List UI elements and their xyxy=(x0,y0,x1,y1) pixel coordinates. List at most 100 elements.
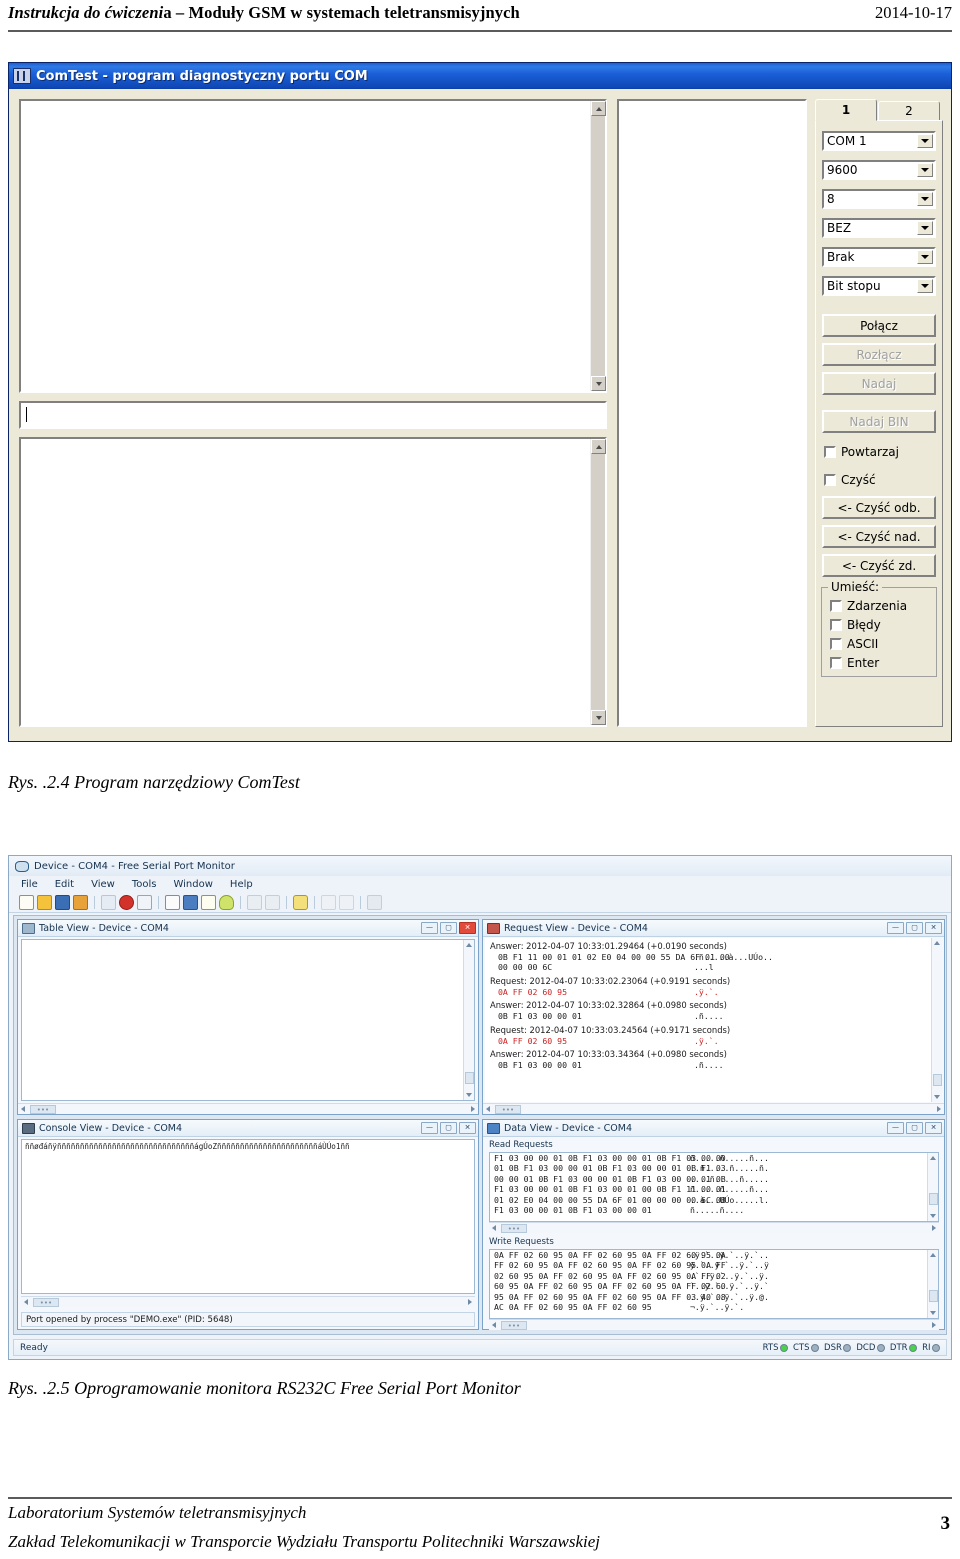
export-icon[interactable] xyxy=(339,895,354,910)
menu-edit[interactable]: Edit xyxy=(55,879,74,890)
send-textarea[interactable] xyxy=(19,437,607,727)
enter-checkbox[interactable]: Enter xyxy=(830,655,879,671)
console-view-hscrollbar[interactable]: ••• xyxy=(21,1296,475,1307)
write-requests-hscrollbar[interactable]: ••• xyxy=(489,1319,939,1330)
request-log-line: Request: 2012-04-07 10:33:02.23064 (+0.9… xyxy=(490,975,731,986)
receive-scrollbar[interactable] xyxy=(590,101,606,391)
new-file-icon[interactable] xyxy=(19,895,34,910)
request-view-minimize-button[interactable]: — xyxy=(887,922,904,934)
read-requests-hscrollbar[interactable]: ••• xyxy=(489,1222,939,1233)
console-view-minimize-button[interactable]: — xyxy=(421,1122,438,1134)
read-requests-hscroll-thumb[interactable]: ••• xyxy=(501,1224,527,1233)
menu-view[interactable]: View xyxy=(91,879,115,890)
request-view-title-bar[interactable]: Request View - Device - COM4 — ▢ ✕ xyxy=(483,920,944,937)
request-view-vscroll-thumb[interactable] xyxy=(933,1074,942,1086)
data-view-title-bar[interactable]: Data View - Device - COM4 — ▢ ✕ xyxy=(483,1120,944,1137)
write-requests-vscroll-thumb[interactable] xyxy=(929,1290,938,1302)
events-checkbox[interactable]: Zdarzenia xyxy=(830,598,907,614)
zoom-out-icon[interactable] xyxy=(265,895,280,910)
request-view-hscroll-thumb[interactable]: ••• xyxy=(495,1105,521,1114)
console-view-hscroll-thumb[interactable]: ••• xyxy=(33,1298,59,1307)
menu-file[interactable]: File xyxy=(21,879,38,890)
send-scroll-down-button[interactable] xyxy=(591,710,606,725)
clear-events-button[interactable]: <- Czyść zd. xyxy=(822,554,936,577)
console-view-maximize-button[interactable]: ▢ xyxy=(440,1122,457,1134)
send-scroll-up-button[interactable] xyxy=(591,439,606,454)
table-view-vscrollbar[interactable] xyxy=(463,940,474,1100)
stopbits-combo[interactable]: Bit stopu xyxy=(822,276,936,296)
table-view-close-button[interactable]: ✕ xyxy=(459,922,476,934)
clear-checkbox[interactable]: Czyść xyxy=(824,472,876,488)
menu-help[interactable]: Help xyxy=(230,879,253,890)
read-requests-vscroll-thumb[interactable] xyxy=(929,1193,938,1205)
tab-1[interactable]: 1 xyxy=(815,99,877,121)
write-requests-pane[interactable]: 0A FF 02 60 95 0A FF 02 60 95 0A FF 02 6… xyxy=(489,1249,939,1319)
package-icon[interactable] xyxy=(73,895,88,910)
table-view-hscroll-thumb[interactable]: ••• xyxy=(30,1105,56,1114)
table-view-vscroll-thumb[interactable] xyxy=(465,1072,474,1084)
table-view-maximize-button[interactable]: ▢ xyxy=(440,922,457,934)
read-requests-pane[interactable]: F1 03 00 00 01 0B F1 03 00 00 01 0B F1 0… xyxy=(489,1152,939,1222)
receive-textarea[interactable] xyxy=(19,99,607,393)
parity-combo[interactable]: BEZ xyxy=(822,218,936,238)
baudrate-combo[interactable]: 9600 xyxy=(822,160,936,180)
baudrate-combo-arrow[interactable] xyxy=(917,163,933,177)
command-input[interactable] xyxy=(19,401,607,429)
menu-tools[interactable]: Tools xyxy=(132,879,157,890)
request-view-hscrollbar[interactable]: ••• xyxy=(483,1103,944,1114)
save-icon[interactable] xyxy=(55,895,70,910)
bulb-icon[interactable] xyxy=(219,895,234,910)
flowcontrol-combo-arrow[interactable] xyxy=(917,250,933,264)
events-textarea[interactable] xyxy=(617,99,807,727)
console-view-text[interactable]: ññøđáñÿññññññññññññññññññññññññññññññágÚ… xyxy=(21,1139,475,1294)
tab-2[interactable]: 2 xyxy=(878,101,940,121)
errors-checkbox[interactable]: Błędy xyxy=(830,617,881,633)
flowcontrol-combo[interactable]: Brak xyxy=(822,247,936,267)
request-view-vscrollbar[interactable] xyxy=(931,938,942,1102)
zoom-in-icon[interactable] xyxy=(247,895,262,910)
databits-combo[interactable]: 8 xyxy=(822,189,936,209)
databits-combo-arrow[interactable] xyxy=(917,192,933,206)
pause-icon[interactable] xyxy=(137,895,152,910)
open-folder-icon[interactable] xyxy=(37,895,52,910)
write-requests-vscrollbar[interactable] xyxy=(927,1250,938,1318)
window-tile-icon[interactable] xyxy=(183,895,198,910)
stopbits-combo-arrow[interactable] xyxy=(917,279,933,293)
play-icon[interactable] xyxy=(101,895,116,910)
data-view-close-button[interactable]: ✕ xyxy=(925,1122,942,1134)
table-view-grid[interactable] xyxy=(21,939,475,1101)
clear-send-button[interactable]: <- Czyść nad. xyxy=(822,525,936,548)
copy-icon[interactable] xyxy=(165,895,180,910)
table-view-title-bar[interactable]: Table View - Device - COM4 — ▢ ✕ xyxy=(18,920,478,937)
request-view-log[interactable]: Answer: 2012-04-07 10:33:01.29464 (+0.01… xyxy=(485,938,942,1102)
stop-icon[interactable] xyxy=(119,895,134,910)
request-view-close-button[interactable]: ✕ xyxy=(925,922,942,934)
send-scrollbar[interactable] xyxy=(590,439,606,725)
send-button[interactable]: Nadaj xyxy=(822,372,936,395)
print-icon[interactable] xyxy=(321,895,336,910)
request-view-maximize-button[interactable]: ▢ xyxy=(906,922,923,934)
menu-window[interactable]: Window xyxy=(173,879,212,890)
port-combo[interactable]: COM 1 xyxy=(822,131,936,151)
table-view-hscrollbar[interactable]: ••• xyxy=(18,1103,478,1114)
repeat-checkbox[interactable]: Powtarzaj xyxy=(824,444,899,460)
ascii-checkbox[interactable]: ASCII xyxy=(830,636,878,652)
port-combo-arrow[interactable] xyxy=(917,134,933,148)
send-bin-button[interactable]: Nadaj BIN xyxy=(822,410,936,433)
help-icon[interactable] xyxy=(367,895,382,910)
receive-scroll-up-button[interactable] xyxy=(591,101,606,116)
clear-recv-button[interactable]: <- Czyść odb. xyxy=(822,496,936,519)
receive-scroll-down-button[interactable] xyxy=(591,376,606,391)
data-view-maximize-button[interactable]: ▢ xyxy=(906,1122,923,1134)
data-view-minimize-button[interactable]: — xyxy=(887,1122,904,1134)
console-view-title-bar[interactable]: Console View - Device - COM4 — ▢ ✕ xyxy=(18,1120,478,1137)
write-requests-hscroll-thumb[interactable]: ••• xyxy=(501,1321,527,1330)
comment-icon[interactable] xyxy=(293,895,308,910)
parity-combo-arrow[interactable] xyxy=(917,221,933,235)
table-view-minimize-button[interactable]: — xyxy=(421,922,438,934)
console-view-close-button[interactable]: ✕ xyxy=(459,1122,476,1134)
disconnect-button[interactable]: Rozłącz xyxy=(822,343,936,366)
page-icon[interactable] xyxy=(201,895,216,910)
read-requests-vscrollbar[interactable] xyxy=(927,1153,938,1221)
connect-button[interactable]: Połącz xyxy=(822,314,936,337)
